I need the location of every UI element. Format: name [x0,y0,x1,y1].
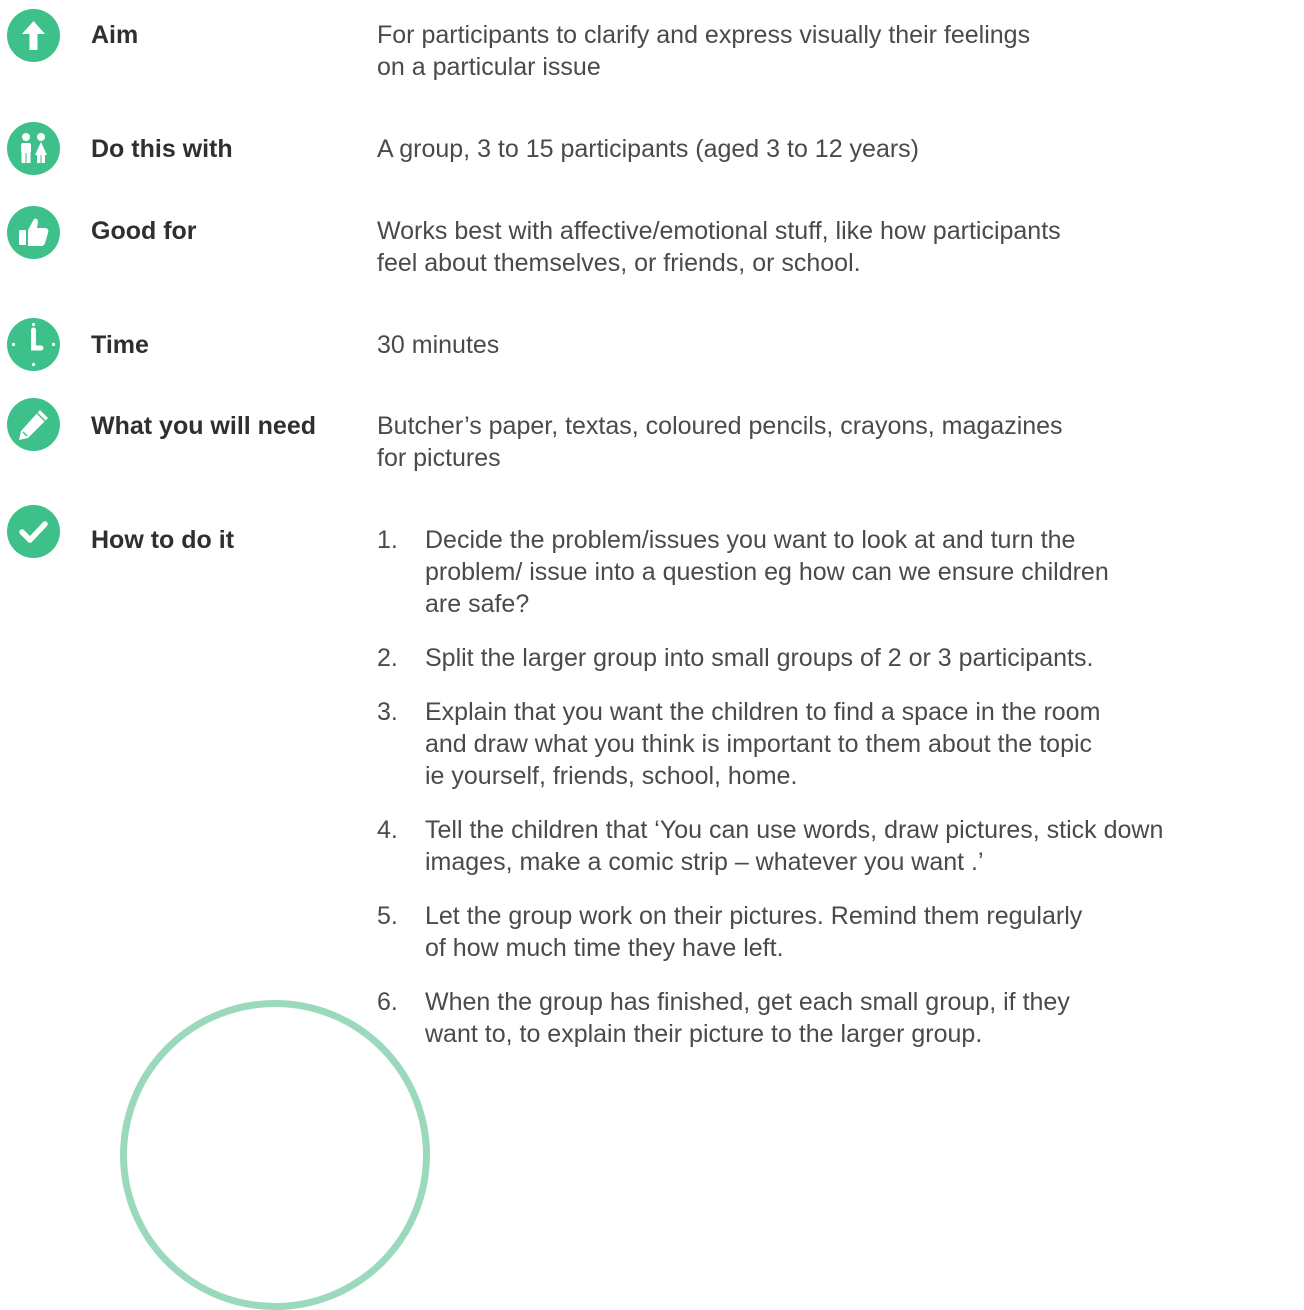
list-item: 4. Tell the children that ‘You can use w… [377,814,1304,878]
time-value: 30 minutes [377,331,500,359]
step-number: 1. [377,526,398,554]
step-text: Explain that you want the children to fi… [425,698,1101,790]
list-item: 3. Explain that you want the children to… [377,696,1304,792]
clock-icon [7,318,60,371]
list-item: 5. Let the group work on their pictures.… [377,900,1304,964]
decorative-ring [120,1000,430,1310]
arrow-up-icon [7,9,60,62]
step-number: 4. [377,816,398,844]
good-for-value: Works best with affective/emotional stuf… [377,217,1061,277]
aim-label: Aim [91,21,139,49]
step-number: 2. [377,644,398,672]
do-this-with-label: Do this with [91,135,233,163]
step-text: Tell the children that ‘You can use word… [425,816,1164,876]
list-item: 6. When the group has finished, get each… [377,986,1304,1050]
step-number: 6. [377,988,398,1016]
aim-value: For participants to clarify and express … [377,21,1031,81]
do-this-with-value: A group, 3 to 15 participants (aged 3 to… [377,135,920,163]
pencil-icon [7,398,60,451]
how-to-do-it-label: How to do it [91,526,235,554]
step-number: 5. [377,902,398,930]
what-you-will-need-value: Butcher’s paper, textas, coloured pencil… [377,412,1063,472]
list-item: 1. Decide the problem/issues you want to… [377,524,1304,620]
good-for-label: Good for [91,217,197,245]
steps-list: 1. Decide the problem/issues you want to… [377,524,1304,1072]
step-number: 3. [377,698,398,726]
thumbs-up-icon [7,206,60,259]
checkmark-icon [7,505,60,558]
step-text: Split the larger group into small groups… [425,644,1094,672]
children-icon [7,122,60,175]
step-text: When the group has finished, get each sm… [425,988,1070,1048]
step-text: Let the group work on their pictures. Re… [425,902,1083,962]
what-you-will-need-label: What you will need [91,412,317,440]
step-text: Decide the problem/issues you want to lo… [425,526,1109,618]
time-label: Time [91,331,149,359]
list-item: 2. Split the larger group into small gro… [377,642,1304,674]
